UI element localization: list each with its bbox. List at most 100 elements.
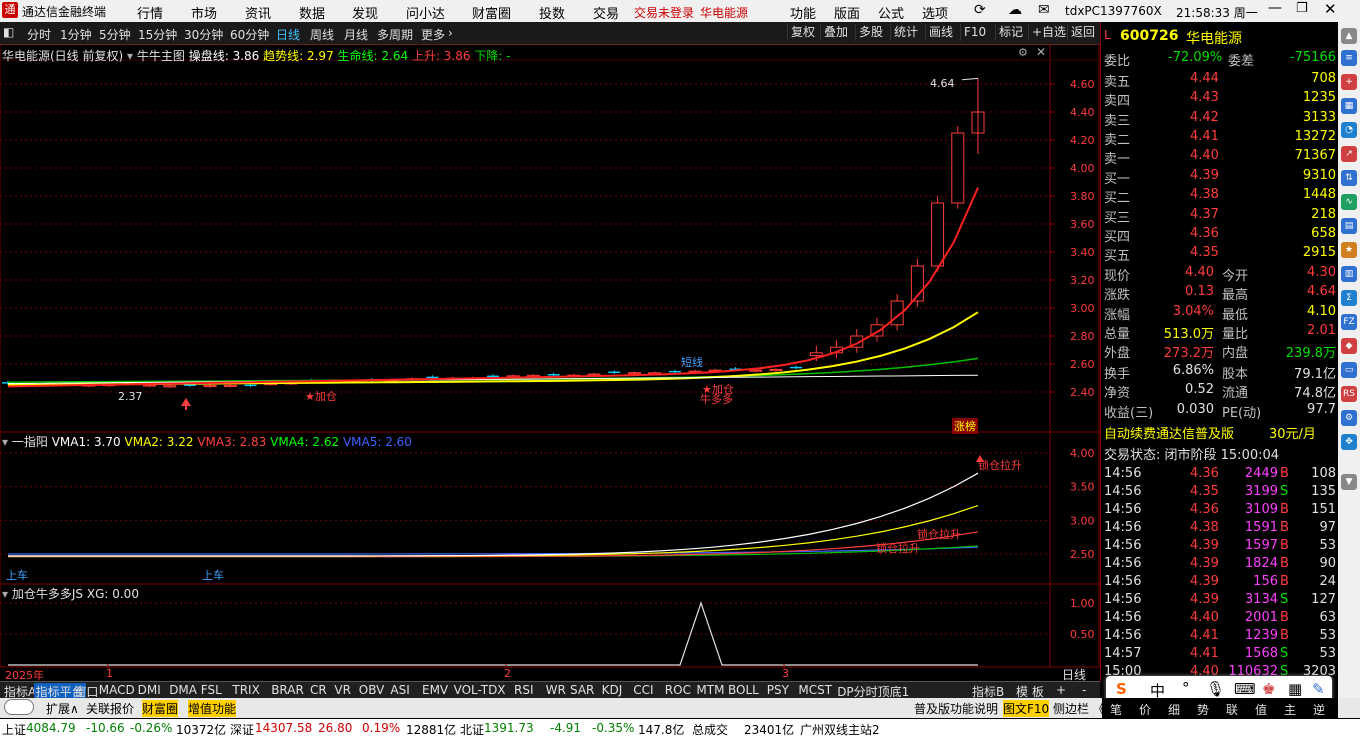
minimize-icon[interactable]: — bbox=[1268, 0, 1282, 16]
indicator-tab[interactable]: MCST bbox=[796, 683, 834, 697]
menu-stock-name[interactable]: 华电能源 bbox=[700, 4, 748, 21]
indicator-tab[interactable]: PSY bbox=[765, 683, 791, 697]
bid-row[interactable]: 买四 4.36 658 bbox=[1104, 226, 1336, 245]
link-tuwen-f10[interactable]: 图文F10 bbox=[1003, 700, 1050, 717]
kline-svg[interactable]: 4.60 4.40 4.20 4.00 3.80 3.60 3.40 3.20 3.00 2.80… bbox=[0, 44, 1100, 668]
doc-icon[interactable]: ▤ bbox=[1341, 218, 1357, 234]
refresh-icon[interactable]: ⟳ bbox=[974, 2, 986, 18]
menu-xuanxiang[interactable]: 选项 bbox=[922, 3, 948, 22]
settings-side-icon[interactable]: ⚙ bbox=[1341, 410, 1357, 426]
tick-tab[interactable]: 主 bbox=[1284, 701, 1296, 718]
tick-tab[interactable]: 细 bbox=[1168, 701, 1180, 718]
sub2-dropdown-icon[interactable]: ▾ bbox=[2, 587, 8, 601]
tick-tab[interactable]: 笔 bbox=[1110, 701, 1122, 718]
period-1min[interactable]: 1分钟 bbox=[60, 26, 92, 43]
indicator-tab[interactable]: ASI bbox=[388, 683, 411, 697]
tick-tab[interactable]: 联 bbox=[1226, 701, 1238, 718]
period-monthly[interactable]: 月线 bbox=[344, 26, 368, 43]
ask-row[interactable]: 卖四 4.43 1235 bbox=[1104, 90, 1336, 109]
indicator-tab[interactable]: CCI bbox=[631, 683, 655, 697]
menu-zixun[interactable]: 资讯 bbox=[245, 3, 271, 22]
tick-tab[interactable]: 值 bbox=[1255, 701, 1267, 718]
grid-icon[interactable]: ▦ bbox=[1341, 98, 1357, 114]
menu-gongshi[interactable]: 公式 bbox=[878, 3, 904, 22]
sz-label[interactable]: 深证 bbox=[230, 721, 254, 738]
tab-kuozhan[interactable]: 扩展∧ bbox=[46, 700, 79, 717]
sort-icon[interactable]: ⇅ bbox=[1341, 170, 1357, 186]
ime-keyboard-icon[interactable]: ⌨ bbox=[1234, 680, 1256, 698]
tabs-right-item[interactable]: - bbox=[1080, 683, 1088, 697]
btn-diejia[interactable]: 叠加 bbox=[820, 24, 851, 41]
indicator-tab[interactable]: BOLL bbox=[726, 683, 761, 697]
chevron-right-icon[interactable]: › bbox=[448, 26, 453, 40]
ask-row[interactable]: 卖一 4.40 71367 bbox=[1104, 148, 1336, 167]
server-name[interactable]: 广州双线主站2 bbox=[800, 721, 880, 738]
bz-label[interactable]: 北证 bbox=[460, 721, 484, 738]
indicator-tab[interactable]: MTM bbox=[694, 683, 726, 697]
menu-banmian[interactable]: 版面 bbox=[834, 3, 860, 22]
tabs-right-item[interactable]: + bbox=[1054, 683, 1068, 697]
btn-zixuan[interactable]: +自选 bbox=[1028, 24, 1069, 41]
chart-icon[interactable]: ◔ bbox=[1341, 122, 1357, 138]
link-pujiban[interactable]: 普及版功能说明 bbox=[914, 700, 998, 717]
restore-icon[interactable]: ❐ bbox=[1296, 1, 1308, 16]
dropdown-arrow-icon[interactable]: ▾ bbox=[127, 49, 133, 63]
bid-row[interactable]: 买五 4.35 2915 bbox=[1104, 245, 1336, 264]
period-30min[interactable]: 30分钟 bbox=[184, 26, 223, 43]
table-icon[interactable]: ▥ bbox=[1341, 266, 1357, 282]
sidebar-toggle-icon[interactable]: ◧ bbox=[3, 25, 14, 39]
btn-tongji[interactable]: 统计 bbox=[890, 24, 921, 41]
menu-faxian[interactable]: 发现 bbox=[352, 3, 378, 22]
promo-row[interactable]: 自动续费通达信普及版 30元/月 bbox=[1104, 423, 1336, 442]
ask-row[interactable]: 卖五 4.44 708 bbox=[1104, 71, 1336, 90]
indicator-name[interactable]: 牛牛主图 bbox=[137, 49, 185, 63]
indicator-tab[interactable]: RSI bbox=[512, 683, 536, 697]
zhangbang-badge[interactable]: 涨榜 bbox=[952, 418, 978, 434]
sigma-icon[interactable]: Σ bbox=[1341, 290, 1357, 306]
add-icon[interactable]: + bbox=[1341, 74, 1357, 90]
menu-gongneng[interactable]: 功能 bbox=[790, 3, 816, 22]
ask-row[interactable]: 卖二 4.41 13272 bbox=[1104, 129, 1336, 148]
ime-grid-icon[interactable]: ▦ bbox=[1288, 680, 1302, 698]
indicator-tab[interactable]: KDJ bbox=[600, 683, 625, 697]
period-weekly[interactable]: 周线 bbox=[310, 26, 334, 43]
rsi-icon[interactable]: RS bbox=[1341, 386, 1357, 402]
menu-caifuquan[interactable]: 财富圈 bbox=[472, 3, 511, 22]
cloud-icon[interactable]: ☁ bbox=[1008, 2, 1022, 18]
indicator-tab[interactable]: OBV bbox=[357, 683, 387, 697]
tab-guanlian[interactable]: 关联报价 bbox=[86, 700, 134, 717]
menu-shuju[interactable]: 数据 bbox=[299, 3, 325, 22]
indicator-tab[interactable]: EMV bbox=[420, 683, 450, 697]
btn-fanhui[interactable]: 返回 bbox=[1067, 24, 1098, 41]
star-icon[interactable]: ★ bbox=[1341, 242, 1357, 258]
indicator-tab[interactable]: FSL bbox=[199, 683, 224, 697]
sub2-title[interactable]: 加仓牛多多JS bbox=[12, 587, 83, 601]
sh-label[interactable]: 上证 bbox=[2, 721, 26, 738]
indicator-tab[interactable]: DMA bbox=[167, 683, 199, 697]
bid-row[interactable]: 买三 4.37 218 bbox=[1104, 207, 1336, 226]
period-multi[interactable]: 多周期 bbox=[377, 26, 413, 43]
btn-biaoji[interactable]: 标记 bbox=[995, 24, 1026, 41]
sogou-logo-icon[interactable]: S bbox=[1116, 680, 1127, 698]
menu-hangqing[interactable]: 行情 bbox=[137, 3, 163, 22]
bid-row[interactable]: 买二 4.38 1448 bbox=[1104, 187, 1336, 206]
promo-text[interactable]: 自动续费通达信普及版 bbox=[1104, 423, 1234, 442]
tab-caifuquan[interactable]: 财富圈 bbox=[142, 700, 179, 717]
indicator-tab[interactable]: SAR bbox=[568, 683, 596, 697]
toggle-switch[interactable] bbox=[4, 699, 34, 715]
chart-area[interactable]: 4.60 4.40 4.20 4.00 3.80 3.60 3.40 3.20 3.00 2.80… bbox=[0, 44, 1100, 682]
move-icon[interactable]: ✥ bbox=[1341, 434, 1357, 450]
period-daily[interactable]: 日线 bbox=[276, 26, 300, 43]
pulse-icon[interactable]: ∿ bbox=[1341, 194, 1357, 210]
close-indicator-icon[interactable]: ✕ bbox=[1036, 45, 1046, 59]
tick-tab[interactable]: 价 bbox=[1139, 701, 1151, 718]
indicator-tab[interactable]: CR bbox=[308, 683, 329, 697]
login-warning[interactable]: 交易未登录 bbox=[634, 4, 694, 21]
down-arrow-icon[interactable]: ▼ bbox=[1341, 474, 1357, 490]
indicator-tab[interactable]: TRIX bbox=[230, 683, 261, 697]
btn-huaxian[interactable]: 画线 bbox=[925, 24, 956, 41]
period-15min[interactable]: 15分钟 bbox=[138, 26, 177, 43]
period-more[interactable]: 更多 bbox=[421, 26, 445, 43]
sub1-title[interactable]: 一指阳 bbox=[12, 435, 48, 449]
period-60min[interactable]: 60分钟 bbox=[230, 26, 269, 43]
